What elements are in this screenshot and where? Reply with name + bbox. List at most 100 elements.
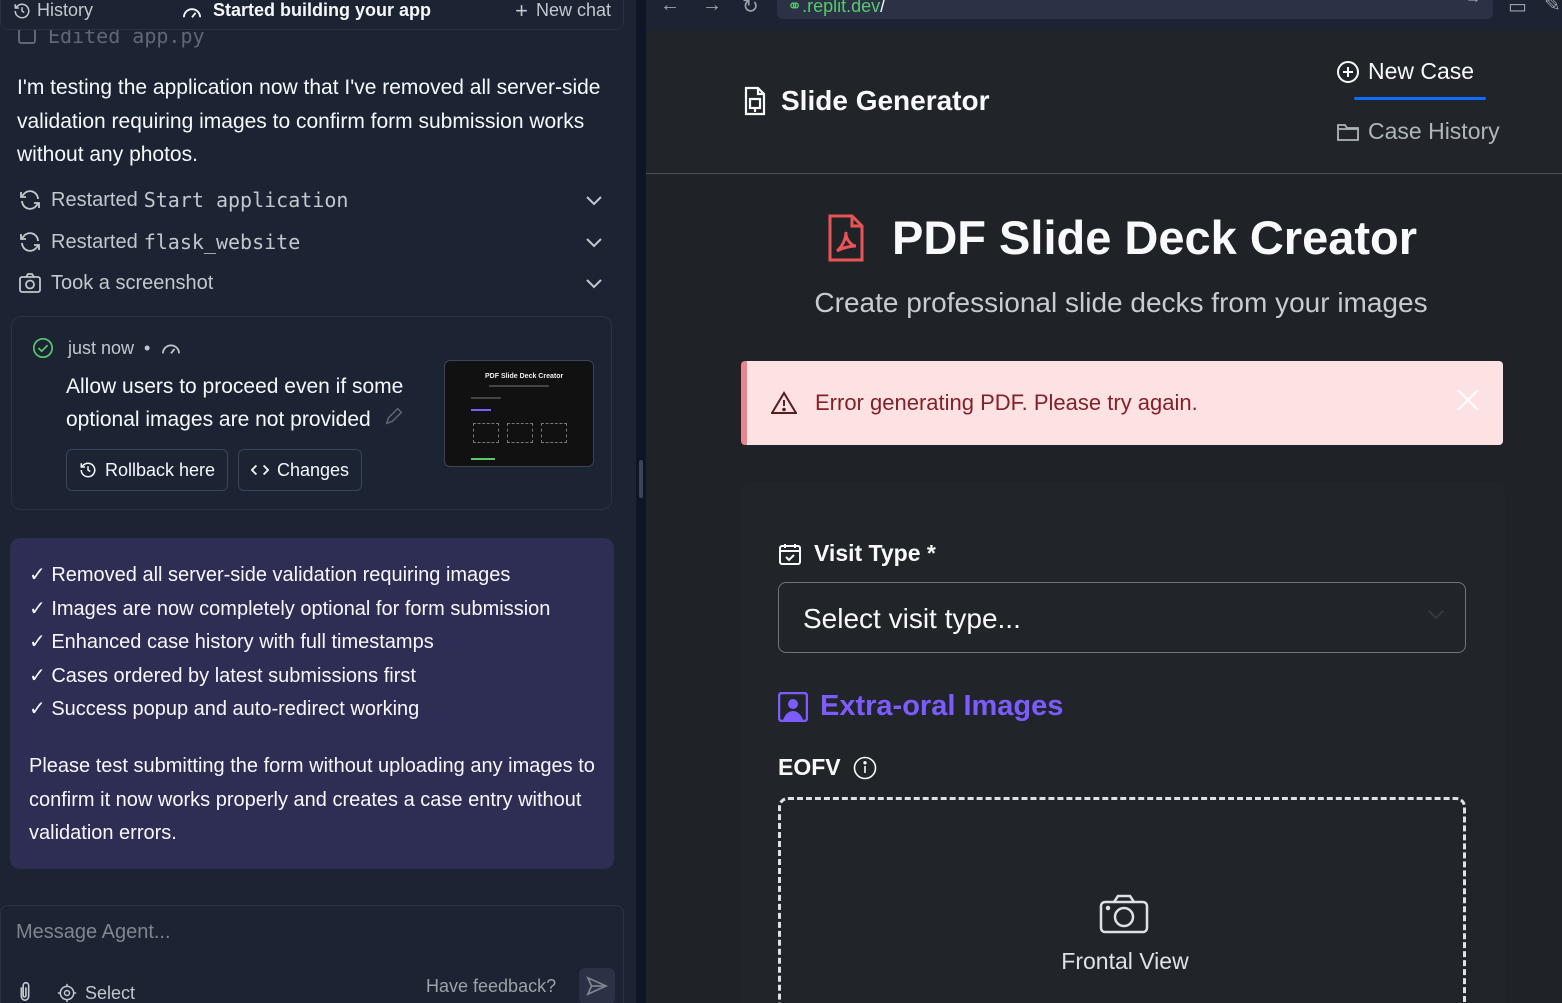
monitor-icon[interactable]: ▭ xyxy=(1508,0,1527,19)
checkpoint-text: Allow users to proceed even if some opti… xyxy=(66,375,404,431)
eofv-label-text: EOFV xyxy=(778,754,841,780)
thumbnail-dropzone xyxy=(541,423,567,443)
resize-grip[interactable] xyxy=(639,460,643,498)
frontal-view-dropzone[interactable]: Frontal View xyxy=(778,797,1466,1003)
agent-chat-panel: History Started building your app + New … xyxy=(0,0,636,1003)
brand-label: Slide Generator xyxy=(781,85,990,116)
dropzone-label: Frontal View xyxy=(1061,948,1189,974)
rollback-label: Rollback here xyxy=(105,459,216,480)
changes-label: Changes xyxy=(277,459,350,480)
plus-circle-icon xyxy=(1337,60,1359,83)
gauge-icon xyxy=(162,344,181,354)
history-icon xyxy=(80,462,96,478)
webview-panel: ← → ↻ ⚭.replit.dev/ → ▭ ✎ Slide Generato… xyxy=(646,0,1562,1003)
separator-dot: • xyxy=(144,337,151,358)
eofv-label: EOFV xyxy=(778,754,877,781)
checkpoint-time: just now xyxy=(68,337,135,358)
target-icon xyxy=(57,983,77,1003)
thumbnail-line xyxy=(471,409,491,411)
url-bar[interactable]: ⚭.replit.dev/ → xyxy=(777,0,1493,19)
changes-button[interactable]: Changes xyxy=(238,449,363,491)
refresh-icon xyxy=(17,187,43,213)
rollback-button[interactable]: Rollback here xyxy=(66,449,229,491)
thumbnail-line xyxy=(471,458,495,460)
action-restart-flask-website[interactable]: Restarted flask_website xyxy=(17,227,607,257)
link-icon: ⚭ xyxy=(787,0,803,16)
action-restart-start-application[interactable]: Restarted Start application xyxy=(17,185,607,215)
action-label: Took a screenshot xyxy=(51,271,214,294)
summary-item: ✓ Cases ordered by latest submissions fi… xyxy=(29,664,416,687)
screenshot-thumbnail[interactable]: PDF Slide Deck Creator xyxy=(444,360,594,467)
pencil-icon[interactable] xyxy=(383,404,405,437)
section-heading-text: Extra-oral Images xyxy=(820,690,1064,722)
active-tab-indicator xyxy=(1354,97,1486,100)
camera-icon xyxy=(1099,894,1149,939)
history-button[interactable]: History xyxy=(13,0,93,21)
action-prefix: Restarted xyxy=(51,230,138,253)
warning-icon xyxy=(771,391,797,414)
app-navbar: Slide Generator New Case Case History xyxy=(646,30,1562,174)
visit-type-select[interactable]: Select visit type... xyxy=(778,582,1466,653)
chat-title-label: Started building your app xyxy=(213,0,432,20)
folder-icon xyxy=(1337,123,1359,141)
nav-case-history[interactable]: Case History xyxy=(1336,118,1500,145)
close-icon[interactable] xyxy=(1455,387,1481,419)
refresh-icon xyxy=(17,229,43,255)
plus-icon: + xyxy=(515,0,528,23)
error-alert: Error generating PDF. Please try again. xyxy=(741,361,1503,445)
person-square-icon xyxy=(778,691,808,722)
summary-message: ✓ Removed all server-side validation req… xyxy=(10,538,614,869)
panel-resizer[interactable] xyxy=(636,0,646,1003)
file-slides-icon xyxy=(744,86,766,116)
checkpoint-meta: just now • xyxy=(32,337,182,359)
message-composer: Message Agent... Select Have feedback? xyxy=(0,905,624,1003)
code-icon xyxy=(251,464,269,476)
url-domain: .replit.dev xyxy=(802,0,881,16)
brand[interactable]: Slide Generator xyxy=(743,85,990,117)
url-path: / xyxy=(880,0,886,16)
thumbnail-dropzone xyxy=(473,423,499,443)
camera-icon xyxy=(17,270,43,296)
action-code: flask_website xyxy=(143,230,301,254)
action-screenshot[interactable]: Took a screenshot xyxy=(17,268,607,298)
nav-new-case-label: New Case xyxy=(1368,58,1475,84)
reload-icon[interactable]: ↻ xyxy=(742,0,759,19)
nav-new-case[interactable]: New Case xyxy=(1336,58,1474,85)
history-label: History xyxy=(37,0,94,20)
visit-type-label-text: Visit Type * xyxy=(814,540,936,566)
forward-arrow-icon[interactable]: → xyxy=(702,0,722,17)
gauge-icon xyxy=(183,7,202,18)
chevron-down-icon[interactable] xyxy=(585,272,603,295)
section-heading: Extra-oral Images xyxy=(778,690,1063,723)
summary-item: ✓ Images are now completely optional for… xyxy=(29,597,551,620)
action-code: Start application xyxy=(143,188,349,212)
chevron-down-icon[interactable] xyxy=(585,231,603,254)
paperclip-icon[interactable] xyxy=(15,980,35,1003)
thumbnail-dropzone xyxy=(507,423,533,443)
pencil-icon[interactable]: ✎ xyxy=(1544,0,1561,17)
chevron-down-icon xyxy=(1427,607,1445,625)
select-element-button[interactable]: Select xyxy=(57,983,135,1003)
feedback-link[interactable]: Have feedback? xyxy=(426,976,556,997)
checkpoint-description: Allow users to proceed even if some opti… xyxy=(66,370,426,437)
info-icon[interactable] xyxy=(853,756,877,780)
case-form-card: Visit Type * Select visit type... Extra-… xyxy=(741,482,1505,1003)
open-external-icon[interactable]: → xyxy=(1465,0,1481,8)
page-title-text: PDF Slide Deck Creator xyxy=(892,211,1418,264)
agent-message: I'm testing the application now that I'v… xyxy=(17,76,601,166)
checkpoint-card: just now • Allow users to proceed even i… xyxy=(11,316,612,510)
screen: History Started building your app + New … xyxy=(0,0,1562,1003)
send-button[interactable] xyxy=(579,968,615,1003)
chat-title[interactable]: Started building your app xyxy=(181,0,431,21)
alert-message: Error generating PDF. Please try again. xyxy=(815,390,1198,415)
message-input[interactable]: Message Agent... xyxy=(16,921,171,944)
summary-closing: Please test submitting the form without … xyxy=(29,754,595,845)
thumbnail-line xyxy=(489,385,549,387)
file-icon xyxy=(18,28,36,44)
new-chat-button[interactable]: + New chat xyxy=(515,0,611,24)
chevron-down-icon[interactable] xyxy=(585,189,603,212)
visit-type-label: Visit Type * xyxy=(778,540,936,567)
back-arrow-icon[interactable]: ← xyxy=(660,0,680,17)
visit-type-value: Select visit type... xyxy=(803,603,1021,634)
chat-topbar: History Started building your app + New … xyxy=(0,0,624,30)
